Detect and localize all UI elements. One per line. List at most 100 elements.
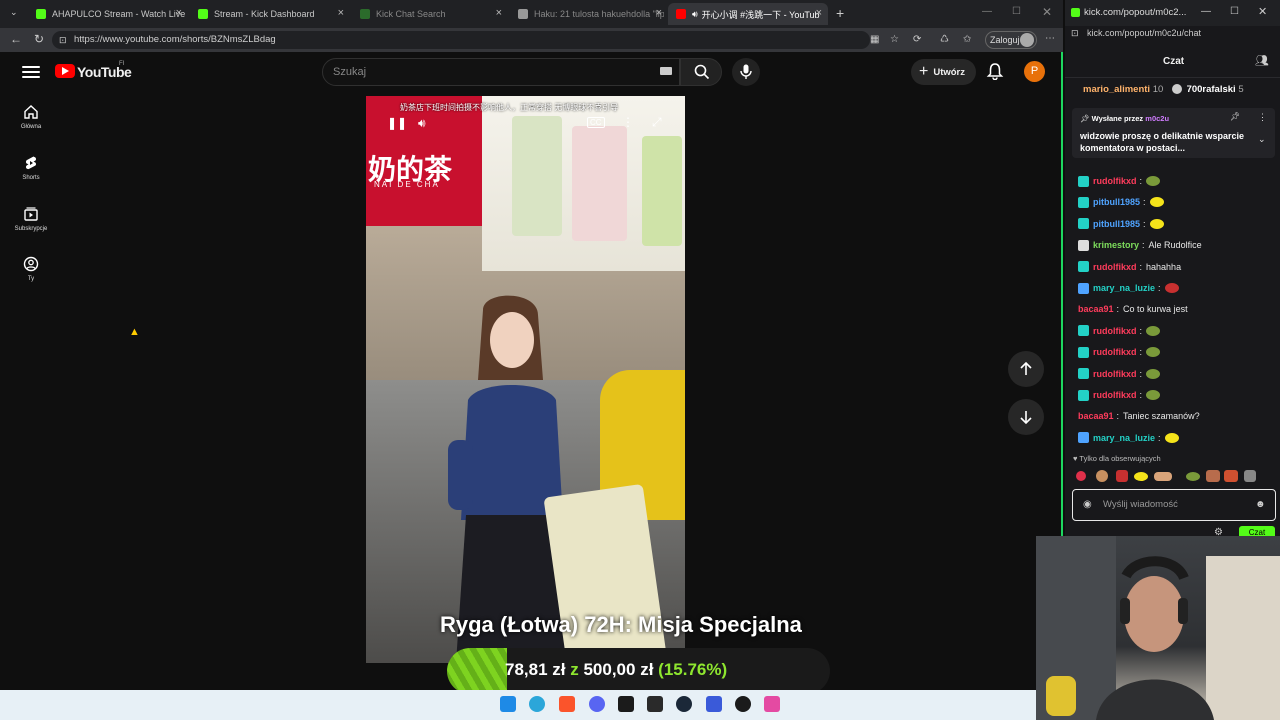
emote-icon[interactable] bbox=[1154, 472, 1172, 481]
sidebar-item-shorts[interactable]: Shorts bbox=[8, 155, 54, 181]
sidebar-item-home[interactable]: Główna bbox=[8, 104, 54, 130]
tab-2[interactable]: Kick Chat Search × bbox=[352, 3, 508, 25]
subscriber-badge-icon bbox=[1078, 218, 1089, 230]
chat-username[interactable]: pitbull1985 bbox=[1093, 197, 1140, 207]
top-user-name[interactable]: 700rafalski bbox=[1187, 84, 1236, 95]
emote-icon[interactable] bbox=[1076, 471, 1086, 481]
chat-username[interactable]: krimestory bbox=[1093, 240, 1139, 250]
keyboard-icon[interactable] bbox=[660, 67, 672, 75]
tab-search-chevron-icon[interactable]: ⌄ bbox=[10, 7, 18, 18]
chat-username[interactable]: pitbull1985 bbox=[1093, 219, 1140, 229]
notifications-bell-icon[interactable] bbox=[986, 62, 1004, 80]
pinned-message[interactable]: 📌︎ Wysłane przez m0c2u widzowie proszę o… bbox=[1072, 108, 1275, 158]
emote-picker-icon[interactable]: ☻ bbox=[1255, 490, 1266, 519]
discord-icon[interactable] bbox=[589, 696, 605, 712]
sidebar-item-you[interactable]: Ty bbox=[8, 256, 54, 282]
emote-icon[interactable] bbox=[1096, 470, 1108, 482]
profile-button[interactable]: Zaloguj bbox=[985, 31, 1037, 49]
emote-icon[interactable] bbox=[1134, 472, 1148, 481]
fullscreen-icon[interactable]: ⤢ bbox=[652, 115, 662, 130]
emote-icon[interactable] bbox=[1116, 470, 1128, 482]
app-icon[interactable] bbox=[735, 696, 751, 712]
more-options-icon[interactable]: ⋮ bbox=[1258, 112, 1267, 123]
voice-search-button[interactable] bbox=[732, 58, 760, 86]
browser-essentials-icon[interactable]: ♺ bbox=[940, 34, 949, 45]
create-button[interactable]: + Utwórz bbox=[911, 59, 976, 85]
close-icon[interactable]: × bbox=[496, 7, 502, 19]
emoji-picker-icon[interactable]: ◉ bbox=[1083, 490, 1092, 519]
split-screen-icon[interactable]: ▦ bbox=[870, 34, 879, 45]
obs-app-icon[interactable] bbox=[618, 696, 634, 712]
emote-icon[interactable] bbox=[1206, 470, 1220, 482]
chat-username[interactable]: rudolfikxd bbox=[1093, 390, 1137, 400]
steam-icon[interactable] bbox=[676, 696, 692, 712]
epic-games-icon[interactable] bbox=[647, 696, 663, 712]
search-input[interactable]: Szukaj bbox=[322, 58, 680, 86]
brave-browser-icon[interactable] bbox=[559, 696, 575, 712]
pause-icon[interactable]: ❚❚ bbox=[387, 116, 407, 130]
next-short-button[interactable] bbox=[1008, 399, 1044, 435]
chat-username[interactable]: rudolfikxd bbox=[1093, 369, 1137, 379]
pinned-by-user[interactable]: m0c2u bbox=[1145, 114, 1169, 123]
chat-username[interactable]: rudolfikxd bbox=[1093, 326, 1137, 336]
previous-short-button[interactable] bbox=[1008, 351, 1044, 387]
tab-4[interactable]: 🔊︎ 开心小调 #浅跳一下 - YouTub × bbox=[668, 3, 828, 25]
sidebar-item-label: Ty bbox=[27, 276, 35, 282]
close-icon[interactable]: × bbox=[656, 7, 662, 19]
reload-icon[interactable]: ↻ bbox=[34, 32, 44, 46]
top-user-name[interactable]: mario_alimenti bbox=[1083, 84, 1150, 95]
extensions-icon[interactable]: ⟳ bbox=[913, 34, 921, 45]
volume-icon[interactable]: 🔊︎ bbox=[418, 116, 426, 131]
chat-message-input[interactable]: ◉ Wyślij wiadomość ☻ bbox=[1072, 489, 1276, 521]
sidebar-item-label: Subskrypcje bbox=[14, 226, 48, 232]
back-icon[interactable]: ← bbox=[10, 32, 22, 46]
window-close-icon[interactable]: ✕ bbox=[1042, 5, 1052, 19]
app-icon[interactable] bbox=[764, 696, 780, 712]
users-icon[interactable]: 👥︎ bbox=[1255, 54, 1269, 67]
chat-username[interactable]: mary_na_luzie bbox=[1093, 433, 1155, 443]
youtube-logo-icon[interactable] bbox=[55, 64, 75, 78]
close-icon[interactable]: × bbox=[176, 7, 182, 19]
chat-username[interactable]: rudolfikxd bbox=[1093, 347, 1137, 357]
speaker-icon[interactable]: 🔊︎ bbox=[692, 9, 698, 20]
windows-start-icon[interactable] bbox=[500, 696, 516, 712]
hamburger-menu-icon[interactable] bbox=[22, 63, 40, 81]
chat-username[interactable]: bacaa91 bbox=[1078, 411, 1114, 421]
account-avatar[interactable]: P bbox=[1024, 61, 1045, 82]
chat-username[interactable]: rudolfikxd bbox=[1093, 262, 1137, 272]
chat-username[interactable]: mary_na_luzie bbox=[1093, 283, 1155, 293]
maximize-icon[interactable]: ☐ bbox=[1012, 6, 1021, 17]
tab-0[interactable]: AHAPULCO Stream - Watch Live o × bbox=[28, 3, 188, 25]
site-info-icon[interactable]: ⊡ bbox=[59, 31, 67, 49]
tab-3[interactable]: Haku: 21 tulosta hakuehdolla "lip × bbox=[510, 3, 668, 25]
close-icon[interactable]: × bbox=[338, 7, 344, 19]
more-options-icon[interactable]: ⋮ bbox=[622, 115, 634, 129]
search-button[interactable] bbox=[680, 58, 722, 86]
chat-message: rudolfikxd: bbox=[1078, 344, 1161, 360]
new-tab-icon[interactable]: + bbox=[836, 5, 844, 21]
chat-username[interactable]: rudolfikxd bbox=[1093, 176, 1137, 186]
minimize-icon[interactable]: — bbox=[1201, 6, 1211, 17]
maximize-icon[interactable]: ☐ bbox=[1230, 6, 1239, 17]
favorites-icon[interactable]: ✩ bbox=[963, 34, 971, 45]
window-close-icon[interactable]: ✕ bbox=[1258, 5, 1267, 18]
emote-icon[interactable] bbox=[1186, 472, 1200, 481]
chevron-down-icon[interactable]: ⌄ bbox=[1258, 134, 1266, 145]
tab-1[interactable]: Stream - Kick Dashboard × bbox=[190, 3, 350, 25]
chat-title: Czat bbox=[1163, 56, 1185, 67]
app-icon[interactable] bbox=[706, 696, 722, 712]
sidebar-item-subscriptions[interactable]: Subskrypcje bbox=[8, 206, 54, 232]
unpin-icon[interactable]: 📌︎ bbox=[1230, 112, 1240, 121]
minimize-icon[interactable]: — bbox=[982, 6, 992, 17]
more-menu-icon[interactable]: ⋯ bbox=[1045, 33, 1055, 44]
chat-username[interactable]: bacaa91 bbox=[1078, 304, 1114, 314]
favorite-star-icon[interactable]: ☆ bbox=[890, 34, 899, 45]
edge-browser-icon[interactable] bbox=[529, 696, 545, 712]
address-bar[interactable]: ⊡ https://www.youtube.com/shorts/BZNmsZL… bbox=[52, 31, 870, 49]
captions-icon[interactable]: CC bbox=[587, 117, 605, 128]
emote-icon[interactable] bbox=[1224, 470, 1238, 482]
kick-address-bar[interactable]: ⊡ kick.com/popout/m0c2u/chat bbox=[1071, 28, 1276, 42]
close-icon[interactable]: × bbox=[816, 7, 822, 19]
emote-icon[interactable] bbox=[1244, 470, 1256, 482]
stream-goal-title: Ryga (Łotwa) 72H: Misja Specjalna bbox=[440, 612, 802, 637]
